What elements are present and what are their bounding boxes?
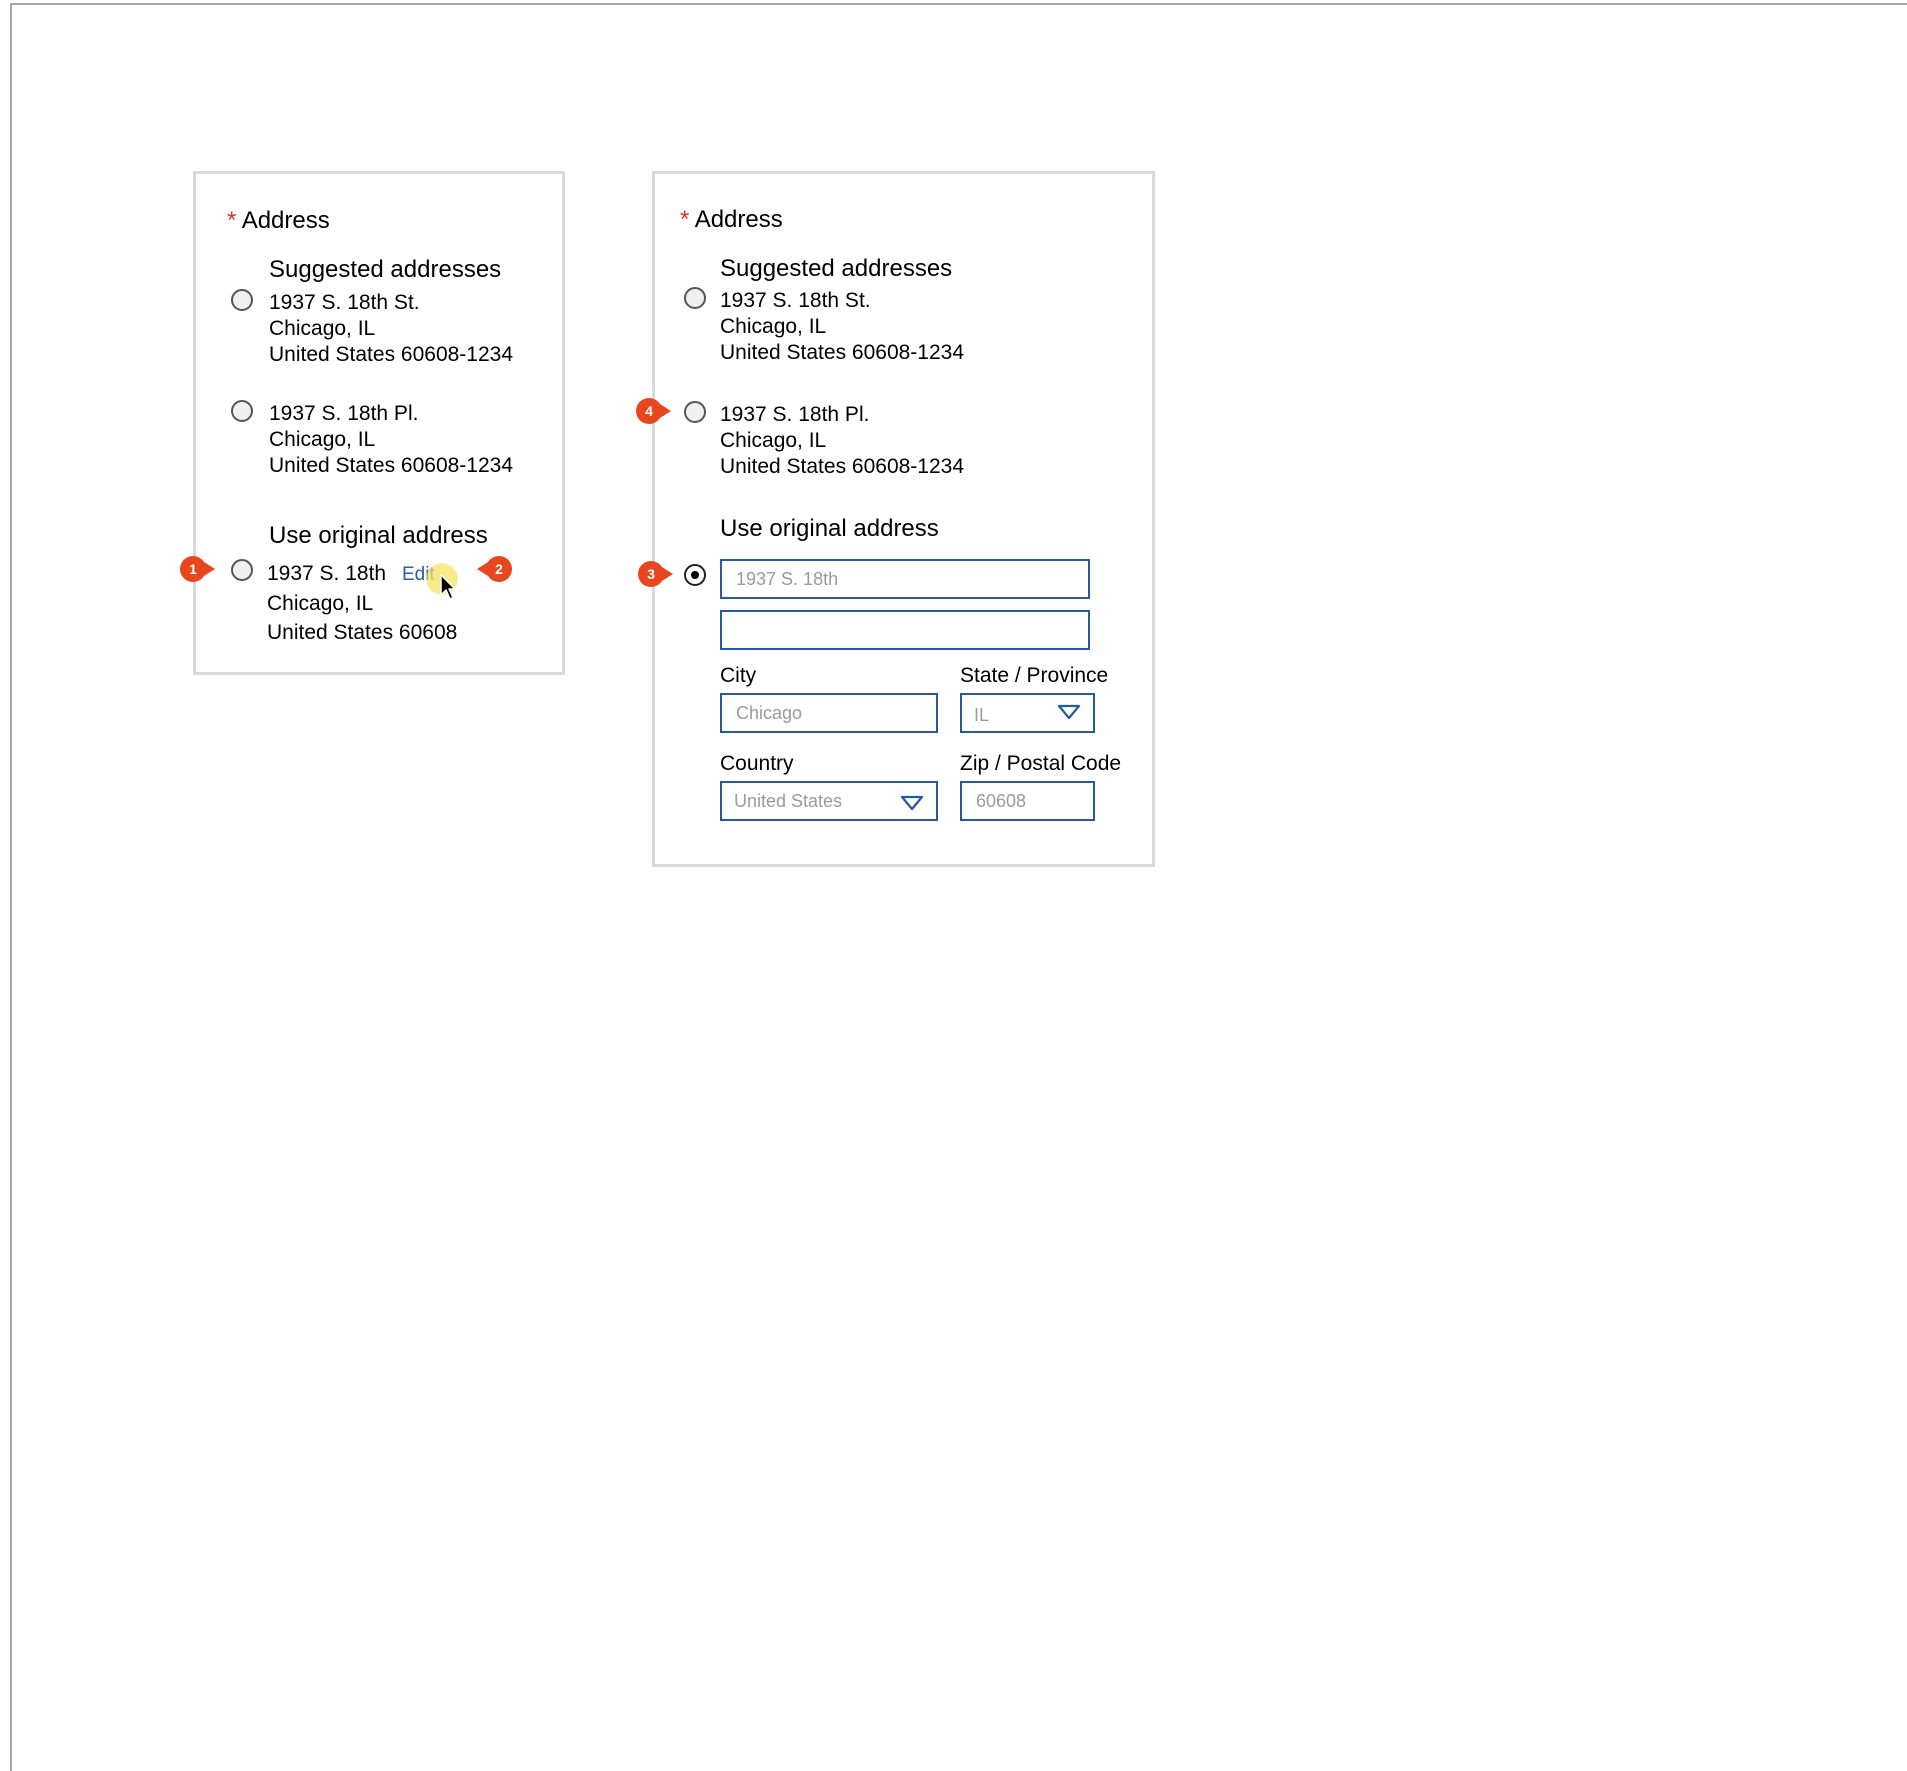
chevron-down-icon[interactable]: [900, 795, 924, 811]
zip-input[interactable]: [960, 781, 1095, 821]
country-label: Country: [720, 752, 794, 775]
zip-label: Zip / Postal Code: [960, 752, 1122, 775]
city-label: City: [720, 664, 757, 687]
chevron-down-icon[interactable]: [1057, 704, 1081, 720]
annotation-badge-1: 1: [180, 556, 215, 582]
city-field[interactable]: [734, 701, 924, 725]
address-line: United States 60608-1234: [269, 343, 514, 366]
suggestion-1-address: 1937 S. 18th St. Chicago, IL United Stat…: [269, 290, 513, 368]
address-line: United States 60608-1234: [720, 341, 965, 364]
address-line2-field[interactable]: [734, 618, 1076, 642]
required-asterisk: *: [680, 206, 690, 233]
suggested-addresses-heading: Suggested addresses: [269, 256, 502, 283]
address-card-expanded: * Address Suggested addresses 1937 S. 18…: [652, 171, 1155, 867]
address-line2-input[interactable]: [720, 610, 1090, 650]
address-line: Chicago, IL: [269, 317, 376, 340]
state-label: State / Province: [960, 664, 1109, 687]
original-address-radio[interactable]: [684, 564, 706, 586]
use-original-address-heading: Use original address: [720, 515, 939, 542]
address-line1-input[interactable]: [720, 559, 1090, 599]
suggestion-2-radio[interactable]: [684, 401, 706, 423]
required-asterisk: *: [227, 207, 237, 234]
address-title: * Address: [680, 206, 783, 234]
address-title-text: Address: [694, 206, 783, 233]
country-select[interactable]: United States: [720, 781, 938, 821]
suggested-addresses-heading: Suggested addresses: [720, 255, 953, 282]
suggestion-1-address: 1937 S. 18th St. Chicago, IL United Stat…: [720, 288, 964, 366]
suggestion-1-radio[interactable]: [231, 289, 253, 311]
state-select[interactable]: IL: [960, 693, 1095, 733]
address-line: 1937 S. 18th St.: [720, 289, 871, 312]
zip-field[interactable]: [974, 789, 1081, 813]
original-address-radio[interactable]: [231, 559, 253, 581]
address-line: United States 60608-1234: [269, 454, 514, 477]
country-value: United States: [734, 790, 843, 811]
annotation-badge-4: 4: [636, 398, 671, 424]
address-line: Chicago, IL: [720, 429, 827, 452]
state-value: IL: [974, 704, 990, 725]
address-line: United States 60608: [267, 621, 458, 644]
suggestion-1-radio[interactable]: [684, 287, 706, 309]
mouse-pointer-icon: [440, 574, 456, 600]
suggestion-2-address: 1937 S. 18th Pl. Chicago, IL United Stat…: [720, 402, 964, 480]
address-line: Chicago, IL: [267, 592, 374, 615]
address-line1-field[interactable]: [734, 567, 1076, 591]
annotation-badge-3: 3: [638, 561, 673, 587]
address-line: 1937 S. 18th: [267, 562, 387, 585]
use-original-address-heading: Use original address: [269, 522, 488, 549]
address-line: 1937 S. 18th Pl.: [269, 402, 419, 425]
address-line: Chicago, IL: [720, 315, 827, 338]
suggestion-2-radio[interactable]: [231, 400, 253, 422]
suggestion-2-address: 1937 S. 18th Pl. Chicago, IL United Stat…: [269, 401, 513, 479]
address-line: Chicago, IL: [269, 428, 376, 451]
address-card-collapsed: * Address Suggested addresses 1937 S. 18…: [193, 171, 565, 675]
address-line: United States 60608-1234: [720, 455, 965, 478]
address-line: 1937 S. 18th Pl.: [720, 403, 870, 426]
address-line: 1937 S. 18th St.: [269, 291, 420, 314]
annotation-badge-2: 2: [477, 556, 512, 582]
address-title-text: Address: [241, 207, 330, 234]
address-title: * Address: [227, 207, 330, 235]
city-input[interactable]: [720, 693, 938, 733]
